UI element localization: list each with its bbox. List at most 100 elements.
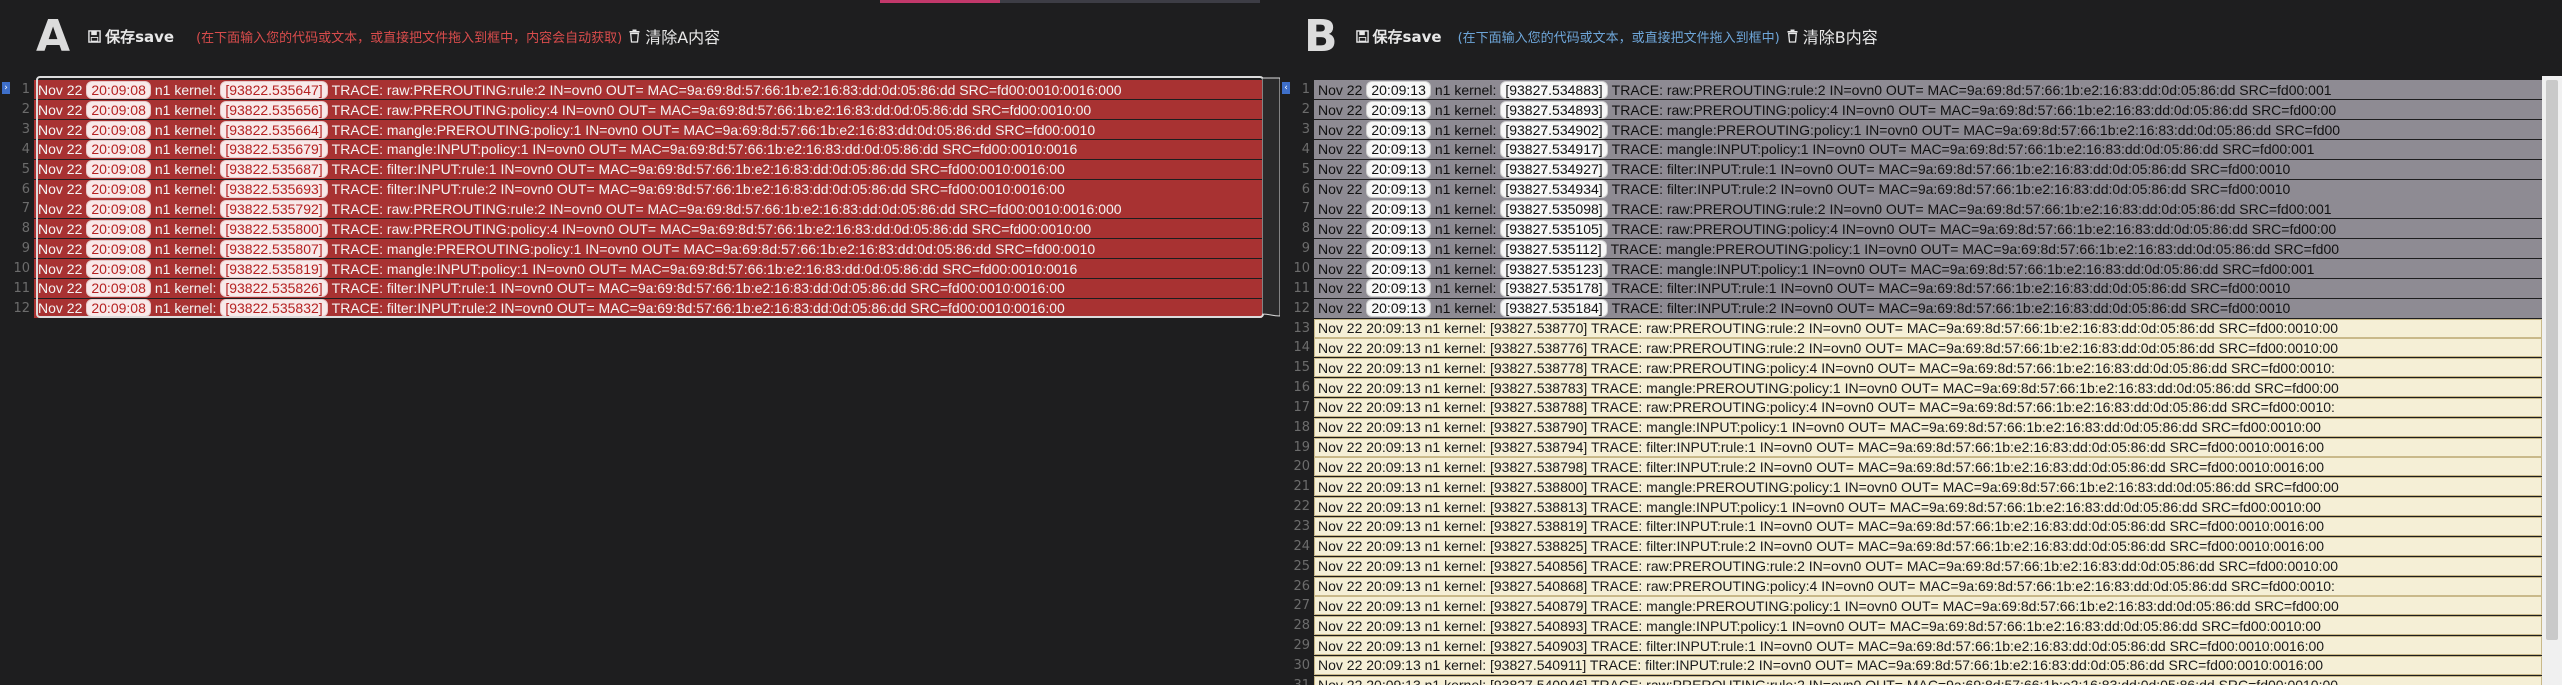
code-line[interactable]: 13 Nov 22 20:09:13 n1 kernel: [93827.5387… xyxy=(1280,318,2542,338)
editor-b[interactable]: ‹ 1 Nov 22 20:09:13 n1 kernel: [93827.534883… xyxy=(1280,76,2542,685)
code-line[interactable]: 31 Nov 22 20:09:13 n1 kernel: [93827.5409… xyxy=(1280,675,2542,685)
diff-highlight-time: 20:09:13 xyxy=(1366,299,1431,318)
scrollbar-thumb[interactable] xyxy=(2546,80,2558,640)
line-number: 12 xyxy=(13,300,30,316)
code-line[interactable]: 6 Nov 22 20:09:13 n1 kernel: [93827.534934] T… xyxy=(1280,179,2542,199)
code-line[interactable]: 4 Nov 22 20:09:08 n1 kernel: [93822.535679] T… xyxy=(0,139,1262,160)
code-line[interactable]: 6 Nov 22 20:09:08 n1 kernel: [93822.535693] T… xyxy=(0,179,1262,199)
code-line[interactable]: 14 Nov 22 20:09:13 n1 kernel: [93827.5387… xyxy=(1280,338,2542,358)
log-date: Nov 22 xyxy=(38,121,83,138)
clear-a-button[interactable]: 清除A内容 xyxy=(628,24,720,48)
code-line[interactable]: 3 Nov 22 20:09:13 n1 kernel: [93827.534902] T… xyxy=(1280,120,2542,140)
line-content: Nov 22 20:09:08 n1 kernel: [93822.535664] TR… xyxy=(34,120,1262,140)
code-line[interactable]: 27 Nov 22 20:09:13 n1 kernel: [93827.5408… xyxy=(1280,596,2542,616)
code-line[interactable]: 23 Nov 22 20:09:13 n1 kernel: [93827.5388… xyxy=(1280,516,2542,537)
log-date: Nov 22 xyxy=(1318,300,1363,317)
log-date: Nov 22 xyxy=(38,260,83,277)
code-line[interactable]: 20 Nov 22 20:09:13 n1 kernel: [93827.5387… xyxy=(1280,457,2542,477)
line-content: Nov 22 20:09:13 n1 kernel: [93827.540879… xyxy=(1314,596,2542,616)
log-line-text: Nov 22 20:09:13 n1 kernel: [93827.538776… xyxy=(1318,339,2339,356)
code-line[interactable]: 18 Nov 22 20:09:13 n1 kernel: [93827.5387… xyxy=(1280,417,2542,437)
log-date: Nov 22 xyxy=(1318,181,1363,198)
log-line-text: Nov 22 20:09:13 n1 kernel: [93827.538794… xyxy=(1318,439,2325,456)
code-line[interactable]: 8 Nov 22 20:09:08 n1 kernel: [93822.535800] T… xyxy=(0,219,1262,239)
log-date: Nov 22 xyxy=(1318,220,1363,237)
code-line[interactable]: 10 Nov 22 20:09:13 n1 kernel: [93827.535123]… xyxy=(1280,259,2542,279)
line-number: 8 xyxy=(1301,221,1310,237)
log-message: TRACE: raw:PREROUTING:rule:2 IN=ovn0 OUT… xyxy=(331,200,1122,217)
log-host: n1 kernel: xyxy=(154,121,217,138)
log-host: n1 kernel: xyxy=(1434,181,1497,198)
log-host: n1 kernel: xyxy=(1434,101,1497,118)
code-line[interactable]: 11 Nov 22 20:09:13 n1 kernel: [93827.535178]… xyxy=(1280,278,2542,298)
line-content: Nov 22 20:09:13 n1 kernel: [93827.538788… xyxy=(1314,397,2542,417)
code-line[interactable]: 17 Nov 22 20:09:13 n1 kernel: [93827.5387… xyxy=(1280,397,2542,418)
code-line[interactable]: 2 Nov 22 20:09:13 n1 kernel: [93827.534893] T… xyxy=(1280,100,2542,120)
log-date: Nov 22 xyxy=(1318,121,1363,138)
log-host: n1 kernel: xyxy=(154,280,217,297)
code-line[interactable]: 15 Nov 22 20:09:13 n1 kernel: [93827.5387… xyxy=(1280,358,2542,378)
log-date: Nov 22 xyxy=(1318,81,1363,98)
code-line[interactable]: 16 Nov 22 20:09:13 n1 kernel: [93827.5387… xyxy=(1280,378,2542,398)
log-host: n1 kernel: xyxy=(1434,161,1497,178)
code-line[interactable]: 9 Nov 22 20:09:08 n1 kernel: [93822.535807] T… xyxy=(0,239,1262,259)
log-date: Nov 22 xyxy=(38,161,83,178)
line-number: 2 xyxy=(1301,102,1310,118)
diff-highlight-timestamp: [93822.535687] xyxy=(220,160,328,179)
line-number: 15 xyxy=(1293,360,1310,376)
diff-highlight-time: 20:09:13 xyxy=(1366,279,1431,298)
line-content: Nov 22 20:09:13 n1 kernel: [93827.534902] TR… xyxy=(1314,120,2542,140)
diff-highlight-timestamp: [93822.535832] xyxy=(220,299,328,318)
log-line-text: Nov 22 20:09:13 n1 kernel: [93827.540903… xyxy=(1318,637,2325,654)
code-line[interactable]: 25 Nov 22 20:09:13 n1 kernel: [93827.5408… xyxy=(1280,556,2542,576)
code-line[interactable]: 1 Nov 22 20:09:13 n1 kernel: [93827.534883] T… xyxy=(1280,80,2542,100)
code-line[interactable]: 30 Nov 22 20:09:13 n1 kernel: [93827.5409… xyxy=(1280,655,2542,675)
diff-highlight-timestamp: [93827.535098] xyxy=(1500,199,1608,218)
line-content: Nov 22 20:09:13 n1 kernel: [93827.538783… xyxy=(1314,378,2542,398)
log-date: Nov 22 xyxy=(38,240,83,257)
code-line[interactable]: 3 Nov 22 20:09:08 n1 kernel: [93822.535664] T… xyxy=(0,120,1262,140)
code-line[interactable]: 4 Nov 22 20:09:13 n1 kernel: [93827.534917] T… xyxy=(1280,139,2542,160)
line-content: Nov 22 20:09:13 n1 kernel: [93827.534917] TR… xyxy=(1314,139,2542,159)
save-b-button[interactable]: 保存save xyxy=(1355,26,1442,47)
save-b-label: 保存save xyxy=(1372,27,1442,46)
code-line[interactable]: 12 Nov 22 20:09:13 n1 kernel: [93827.535184]… xyxy=(1280,298,2542,318)
editor-b-scrollbar[interactable] xyxy=(2542,76,2562,685)
code-line[interactable]: 9 Nov 22 20:09:13 n1 kernel: [93827.535112] T… xyxy=(1280,239,2542,259)
diff-connector xyxy=(1262,77,1280,317)
code-line[interactable]: 1 Nov 22 20:09:08 n1 kernel: [93822.535647] T… xyxy=(0,80,1262,100)
save-a-label: 保存save xyxy=(105,27,175,46)
line-content: Nov 22 20:09:08 n1 kernel: [93822.535647] TR… xyxy=(34,80,1262,100)
code-line[interactable]: 22 Nov 22 20:09:13 n1 kernel: [93827.5388… xyxy=(1280,497,2542,517)
editor-a[interactable]: › 1 Nov 22 20:09:08 n1 kernel: [93822.535647… xyxy=(0,76,1262,685)
code-line[interactable]: 7 Nov 22 20:09:13 n1 kernel: [93827.535098] T… xyxy=(1280,199,2542,219)
line-number: 21 xyxy=(1293,479,1310,495)
log-host: n1 kernel: xyxy=(1434,121,1497,138)
diff-highlight-timestamp: [93827.535123] xyxy=(1500,259,1608,278)
line-number: 14 xyxy=(1293,340,1310,356)
log-host: n1 kernel: xyxy=(154,240,217,257)
diff-highlight-timestamp: [93822.535693] xyxy=(220,180,328,199)
code-line[interactable]: 11 Nov 22 20:09:08 n1 kernel: [93822.535826]… xyxy=(0,278,1262,298)
log-date: Nov 22 xyxy=(38,300,83,317)
line-content: Nov 22 20:09:08 n1 kernel: [93822.535656] TR… xyxy=(34,100,1262,120)
log-host: n1 kernel: xyxy=(1434,300,1497,317)
code-line[interactable]: 28 Nov 22 20:09:13 n1 kernel: [93827.5408… xyxy=(1280,616,2542,636)
code-line[interactable]: 12 Nov 22 20:09:08 n1 kernel: [93822.535832]… xyxy=(0,298,1262,318)
code-line[interactable]: 5 Nov 22 20:09:13 n1 kernel: [93827.534927] T… xyxy=(1280,159,2542,179)
line-content: Nov 22 20:09:13 n1 kernel: [93827.534927] TR… xyxy=(1314,159,2542,179)
code-line[interactable]: 29 Nov 22 20:09:13 n1 kernel: [93827.5409… xyxy=(1280,636,2542,656)
clear-b-button[interactable]: 清除B内容 xyxy=(1786,24,1878,48)
code-line[interactable]: 10 Nov 22 20:09:08 n1 kernel: [93822.535819]… xyxy=(0,259,1262,279)
code-line[interactable]: 8 Nov 22 20:09:13 n1 kernel: [93827.535105] T… xyxy=(1280,219,2542,239)
log-message: TRACE: mangle:INPUT:policy:1 IN=ovn0 OUT… xyxy=(331,260,1078,277)
code-line[interactable]: 24 Nov 22 20:09:13 n1 kernel: [93827.5388… xyxy=(1280,536,2542,556)
save-a-button[interactable]: 保存save xyxy=(88,26,174,47)
code-line[interactable]: 5 Nov 22 20:09:08 n1 kernel: [93822.535687] T… xyxy=(0,159,1262,179)
code-line[interactable]: 19 Nov 22 20:09:13 n1 kernel: [93827.5387… xyxy=(1280,437,2542,457)
code-line[interactable]: 2 Nov 22 20:09:08 n1 kernel: [93822.535656] T… xyxy=(0,100,1262,120)
log-line-text: Nov 22 20:09:13 n1 kernel: [93827.538800… xyxy=(1318,478,2339,495)
code-line[interactable]: 21 Nov 22 20:09:13 n1 kernel: [93827.5388… xyxy=(1280,477,2542,497)
code-line[interactable]: 7 Nov 22 20:09:08 n1 kernel: [93822.535792] T… xyxy=(0,199,1262,219)
code-line[interactable]: 26 Nov 22 20:09:13 n1 kernel: [93827.5408… xyxy=(1280,576,2542,596)
